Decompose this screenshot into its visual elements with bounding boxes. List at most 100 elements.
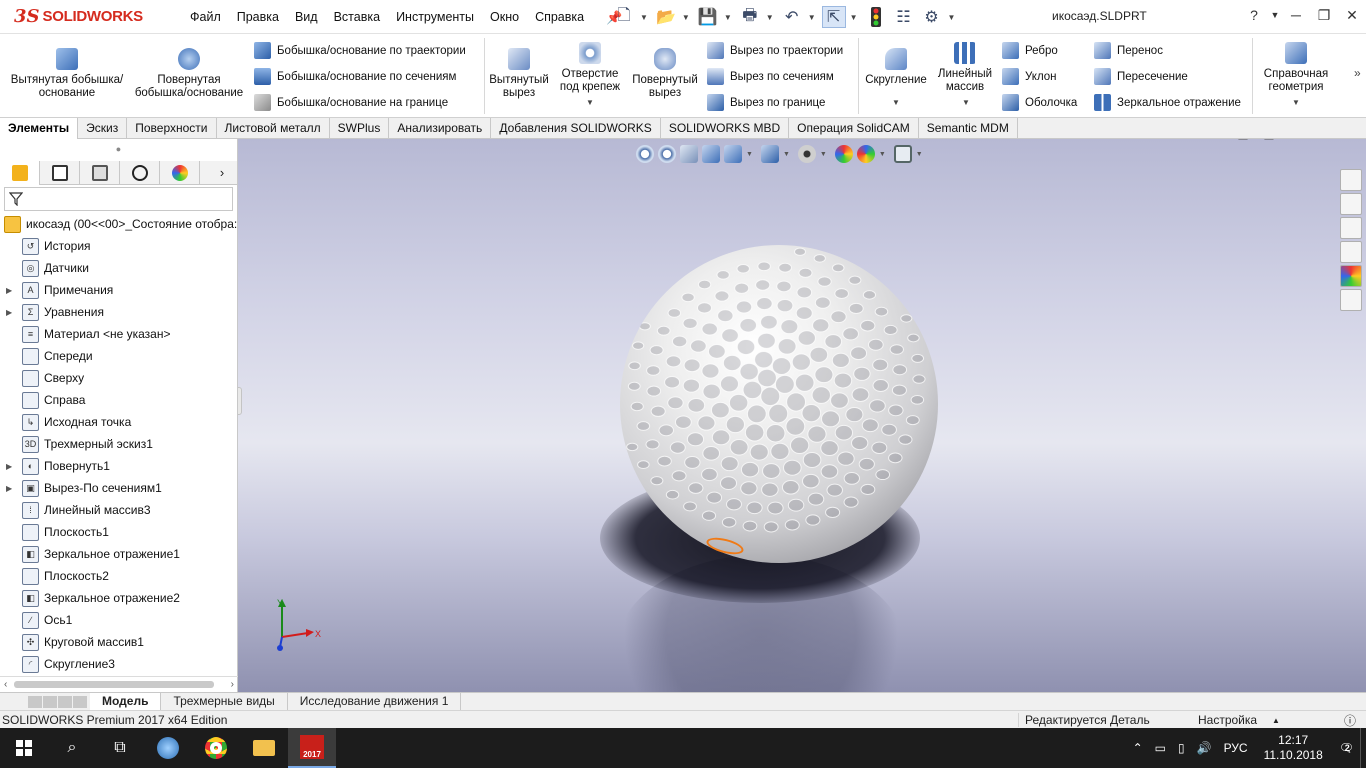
select-cursor-icon[interactable]: ⇱	[821, 6, 846, 28]
tree-item[interactable]: Плоскость1	[0, 521, 237, 543]
options-dropdown-icon[interactable]: ▼	[948, 13, 956, 22]
tab-next-icon[interactable]	[58, 695, 72, 708]
new-document-icon[interactable]: 🗋	[612, 6, 636, 28]
viewport-maximize-icon[interactable]: ❐	[1308, 139, 1334, 141]
panel-collapse-handle[interactable]	[238, 387, 242, 415]
panel-tabs-next-icon[interactable]: ›	[207, 161, 237, 184]
apply-scene-dropdown-icon[interactable]: ▼	[879, 151, 886, 158]
view-settings-monitor-icon[interactable]	[893, 145, 912, 163]
revolved-cut-button[interactable]: Повернутый вырез	[630, 48, 700, 100]
section-view-icon[interactable]	[702, 145, 720, 163]
view-orientation-dropdown-icon[interactable]: ▼	[746, 151, 753, 158]
tab-evaluate[interactable]: Анализировать	[389, 118, 492, 139]
restore-icon[interactable]: ❐	[1310, 7, 1338, 24]
view-palette-icon[interactable]	[1340, 241, 1362, 263]
tree-item[interactable]: ✣ Круговой массив1	[0, 631, 237, 653]
menu-help[interactable]: Справка	[527, 10, 592, 24]
zoom-to-area-icon[interactable]	[658, 145, 676, 163]
ribbon-expand-chevron-icon[interactable]: »	[1354, 66, 1361, 80]
print-icon[interactable]: 🖶	[738, 6, 762, 28]
tree-item[interactable]: ▶ Σ Уравнения	[0, 301, 237, 323]
rebuild-traffic-light-icon[interactable]	[864, 6, 888, 28]
file-properties-icon[interactable]: ☷	[892, 6, 916, 28]
tree-item[interactable]: ◎ Датчики	[0, 257, 237, 279]
solidworks-logo[interactable]: 3S SOLIDWORKS	[0, 0, 162, 34]
swept-cut-button[interactable]: Вырез по траектории	[707, 42, 843, 59]
tab-sheet-metal[interactable]: Листовой металл	[217, 118, 330, 139]
save-icon[interactable]: 💾	[696, 6, 720, 28]
expand-arrow-icon[interactable]: ▶	[6, 308, 12, 317]
tree-horizontal-scrollbar[interactable]: ‹ ›	[0, 676, 238, 692]
solidworks-taskbar-icon[interactable]: 2017	[288, 728, 336, 768]
golf-ball-model[interactable]	[620, 245, 938, 563]
expand-arrow-icon[interactable]: ▶	[6, 286, 12, 295]
property-manager-tab[interactable]	[40, 161, 80, 185]
show-desktop-button[interactable]	[1360, 728, 1366, 768]
mirror-button[interactable]: Зеркальное отражение	[1094, 94, 1241, 111]
tab-semantic-mdm[interactable]: Semantic MDM	[919, 118, 1018, 139]
tab-swplus[interactable]: SWPlus	[330, 118, 390, 139]
tree-item[interactable]: 3D Трехмерный эскиз1	[0, 433, 237, 455]
status-help-icon[interactable]: ⓘ	[1344, 712, 1356, 729]
linear-pattern-dropdown-icon[interactable]: ▼	[962, 98, 970, 107]
windows-start-icon[interactable]	[0, 728, 48, 768]
viewport-close-icon[interactable]: ✕	[1334, 139, 1360, 141]
previous-view-icon[interactable]	[680, 145, 698, 163]
intersect-button[interactable]: Пересечение	[1094, 68, 1188, 85]
network-icon[interactable]: ▭	[1155, 741, 1166, 755]
rib-button[interactable]: Ребро	[1002, 42, 1058, 59]
boundary-boss-button[interactable]: Бобышка/основание на границе	[254, 94, 448, 111]
scroll-right-icon[interactable]: ›	[231, 679, 234, 690]
zoom-to-fit-icon[interactable]	[636, 145, 654, 163]
reference-geometry-button[interactable]: Справочная геометрия	[1256, 42, 1336, 94]
open-icon[interactable]: 📂	[654, 6, 678, 28]
undo-icon[interactable]: ↶	[780, 6, 804, 28]
show-hidden-icons-icon[interactable]: ⌃	[1133, 741, 1143, 755]
volume-icon[interactable]: 🔊	[1197, 741, 1212, 755]
close-icon[interactable]: ✕	[1338, 7, 1366, 24]
tree-item[interactable]: ↺ История	[0, 235, 237, 257]
expand-arrow-icon[interactable]: ▶	[6, 462, 12, 471]
graphics-viewport[interactable]: ▼ ▼ ▼ ▼ ▼ ◧ ◨ ─ ❐ ✕ Y X	[238, 139, 1366, 692]
language-indicator[interactable]: РУС	[1224, 741, 1248, 755]
units-settings-text[interactable]: Настройка	[1198, 713, 1257, 727]
revolved-boss-button[interactable]: Повернутая бобышка/основание	[130, 48, 248, 100]
tree-item[interactable]: Плоскость2	[0, 565, 237, 587]
task-view-icon[interactable]: ⧉	[96, 728, 144, 768]
clock[interactable]: 12:17 11.10.2018	[1264, 733, 1323, 763]
battery-icon[interactable]: ▯	[1178, 741, 1185, 755]
open-dropdown-icon[interactable]: ▼	[682, 13, 690, 22]
tree-item[interactable]: Справа	[0, 389, 237, 411]
tree-item[interactable]: ◧ Зеркальное отражение1	[0, 543, 237, 565]
menu-edit[interactable]: Правка	[229, 10, 287, 24]
hole-wizard-dropdown-icon[interactable]: ▼	[586, 98, 594, 107]
extruded-boss-button[interactable]: Вытянутая бобышка/основание	[8, 48, 126, 100]
tree-item[interactable]: ↳ Исходная точка	[0, 411, 237, 433]
edit-appearance-icon[interactable]	[834, 145, 853, 163]
design-library-icon[interactable]	[1340, 193, 1362, 215]
tab-prev-icon[interactable]	[43, 695, 57, 708]
display-manager-tab[interactable]	[160, 161, 200, 185]
options-gear-icon[interactable]: ⚙	[920, 6, 944, 28]
viewport-restore-left-icon[interactable]: ◧	[1230, 139, 1256, 141]
file-explorer-folder-icon[interactable]	[1340, 217, 1362, 239]
scroll-left-icon[interactable]: ‹	[4, 679, 7, 690]
viewport-minimize-icon[interactable]: ─	[1282, 139, 1308, 141]
app-globe-icon[interactable]	[144, 728, 192, 768]
print-dropdown-icon[interactable]: ▼	[766, 13, 774, 22]
menu-insert[interactable]: Вставка	[326, 10, 388, 24]
solidworks-resources-home-icon[interactable]	[1340, 169, 1362, 191]
wrap-button[interactable]: Перенос	[1094, 42, 1163, 59]
hole-wizard-button[interactable]: Отверстие под крепеж	[554, 42, 626, 94]
menu-tools[interactable]: Инструменты	[388, 10, 482, 24]
tab-solidcam[interactable]: Операция SolidCAM	[789, 118, 919, 139]
viewport-restore-right-icon[interactable]: ◨	[1256, 139, 1282, 141]
minimize-icon[interactable]: ─	[1282, 7, 1310, 23]
menu-window[interactable]: Окно	[482, 10, 527, 24]
feature-manager-tab[interactable]	[0, 161, 40, 185]
search-icon[interactable]: ⌕	[48, 728, 96, 768]
expand-arrow-icon[interactable]: ▶	[6, 484, 12, 493]
tree-item[interactable]: ◜ Скругление3	[0, 653, 237, 675]
notifications-icon[interactable]: 🗨 2	[1339, 741, 1354, 755]
file-explorer-icon[interactable]	[240, 728, 288, 768]
